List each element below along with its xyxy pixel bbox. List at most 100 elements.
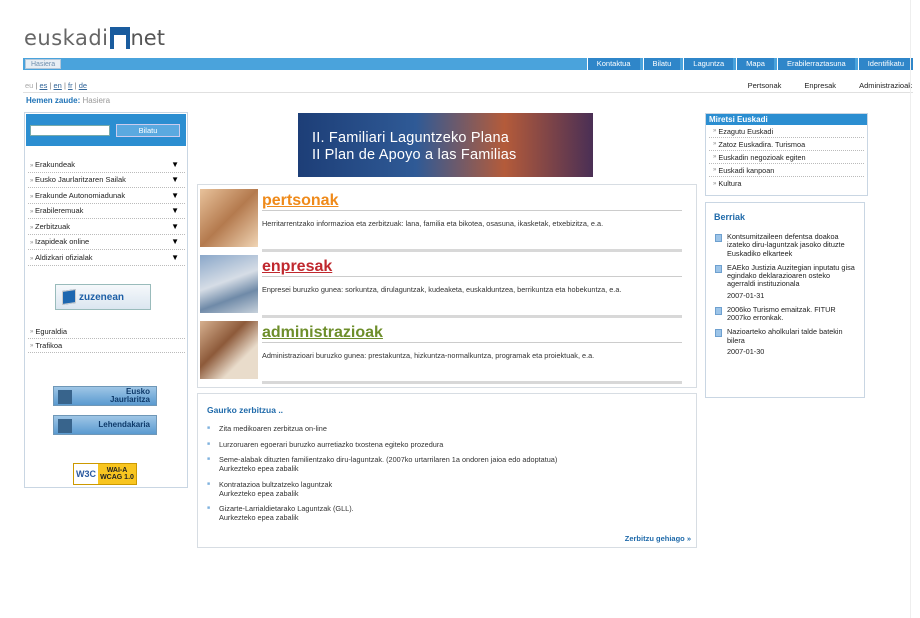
section-administrazioak: administrazioak Administrazioari buruzko…	[200, 319, 686, 384]
left-menu-label: Erakundeak	[30, 160, 75, 169]
menu-search[interactable]: Bilatu	[642, 58, 681, 70]
audience-links: Pertsonak Enpresak Administrazioak	[748, 81, 912, 90]
enpresak-description: Enpresei buruzko gunea: sorkuntza, dirul…	[262, 285, 622, 294]
miretsi-item[interactable]: Kultura	[709, 177, 864, 190]
service-title: Gizarte-Larrialdietarako Laguntzak (GLL)…	[219, 504, 354, 513]
service-title: Zita medikoaren zerbitzua on-line	[219, 424, 327, 433]
left-menu-item[interactable]: Erakundeak ▼	[28, 157, 185, 173]
home-tab[interactable]: Hasiera	[25, 59, 62, 69]
miretsi-heading: Miretsi Euskadi	[706, 114, 867, 125]
left-menu-item[interactable]: Aldizkari ofizialak ▼	[28, 250, 185, 266]
service-item[interactable]: Lurzoruaren egoerari buruzko aurretiazko…	[207, 440, 687, 449]
enpresak-title[interactable]: enpresak	[262, 257, 682, 277]
document-icon	[715, 306, 722, 315]
audience-enpresak[interactable]: Enpresak	[804, 81, 836, 90]
left-menu: Erakundeak ▼ Eusko Jaurlaritzaren Sailak ▼…	[28, 157, 185, 266]
miretsi-item[interactable]: Ezagutu Euskadi	[709, 125, 864, 138]
lehendakaria-button[interactable]: Lehendakaria	[53, 415, 157, 435]
section-enpresak: enpresak Enpresei buruzko gunea: sorkunt…	[200, 253, 686, 318]
pertsonak-title[interactable]: pertsonak	[262, 191, 682, 211]
administrazioak-description: Administrazioari buruzko gunea: prestaku…	[262, 351, 595, 360]
audience-sections: pertsonak Herritarrentzako informazioa e…	[197, 184, 697, 388]
service-item[interactable]: Gizarte-Larrialdietarako Laguntzak (GLL)…	[207, 504, 687, 522]
lang-fr[interactable]: fr	[68, 81, 73, 90]
left-menu-item[interactable]: Zerbitzuak ▼	[28, 219, 185, 235]
news-item[interactable]: Kontsumitzaileen defentsa doakoa izateko…	[715, 232, 860, 258]
menu-map[interactable]: Mapa	[736, 58, 774, 70]
service-status: Aurkezteko epea zabalik	[219, 464, 299, 473]
service-status: Aurkezteko epea zabalik	[219, 513, 299, 522]
logo-text-euskadi: euskadi	[24, 26, 109, 50]
audience-pertsonak[interactable]: Pertsonak	[748, 81, 782, 90]
menu-accessibility[interactable]: Erabilerraztasuna	[776, 58, 855, 70]
service-title: Seme-alabak dituzten familientzako diru-…	[219, 455, 558, 464]
news-item[interactable]: 2006ko Turismo emaitzak. FITUR 2007ko er…	[715, 304, 860, 323]
more-services-link[interactable]: Zerbitzu gehiago »	[625, 534, 691, 543]
arrow-down-icon: ▼	[171, 206, 179, 216]
miretsi-item[interactable]: Euskadi kanpoan	[709, 164, 864, 177]
lang-en[interactable]: en	[54, 81, 62, 90]
news-item[interactable]: EAEko Justizia Auzitegian inputatu gisa …	[715, 263, 860, 300]
lang-es[interactable]: es	[39, 81, 47, 90]
lehendakaria-label: Lehendakaria	[98, 420, 150, 429]
menu-help[interactable]: Laguntza	[683, 58, 734, 70]
miretsi-euskadi-box: Miretsi Euskadi Ezagutu Euskadi Zatoz Eu…	[705, 113, 868, 196]
page-edge	[910, 0, 911, 618]
search-button[interactable]: Bilatu	[116, 124, 180, 137]
w3c-logo: W3C	[74, 464, 98, 484]
pertsonak-description: Herritarrentzako informazioa eta zerbitz…	[262, 219, 604, 228]
zuzenean-title: zuzenean	[79, 291, 125, 303]
administrazioak-title[interactable]: administrazioak	[262, 323, 682, 343]
miretsi-item[interactable]: Euskadin negozioak egiten	[709, 151, 864, 164]
zuzenean-button[interactable]: zuzenean	[55, 284, 151, 310]
service-status: Aurkezteko epea zabalik	[219, 488, 299, 498]
top-navigation-bar: Hasiera Kontaktua Bilatu Laguntza Mapa E…	[23, 58, 913, 70]
service-item[interactable]: Zita medikoaren zerbitzua on-line	[207, 424, 687, 433]
top-menu: Kontaktua Bilatu Laguntza Mapa Erabilerr…	[586, 58, 913, 70]
lang-de[interactable]: de	[79, 81, 87, 90]
menu-contact[interactable]: Kontaktua	[586, 58, 640, 70]
eusko-jaurlaritza-button[interactable]: Eusko Jaurlaritza	[53, 386, 157, 406]
w3c-wai-badge[interactable]: W3C WAI-A WCAG 1.0	[73, 463, 137, 485]
news-title: 2006ko Turismo emaitzak. FITUR 2007ko er…	[727, 304, 836, 323]
left-menu-item[interactable]: Erakunde Autonomiadunak ▼	[28, 188, 185, 204]
left-links: Eguraldia Trafikoa	[28, 325, 185, 353]
menu-login[interactable]: Identifikatu	[857, 58, 913, 70]
left-menu-label: Eusko Jaurlaritzaren Sailak	[30, 175, 126, 184]
left-menu-item[interactable]: Eusko Jaurlaritzaren Sailak ▼	[28, 173, 185, 188]
left-sidebar: Bilatu Erakundeak ▼ Eusko Jaurlaritzaren …	[24, 112, 188, 488]
miretsi-item[interactable]: Zatoz Euskadira. Turismoa	[709, 138, 864, 151]
link-traffic[interactable]: Trafikoa	[28, 339, 185, 353]
enpresak-photo[interactable]	[200, 255, 258, 313]
left-menu-label: Izapideak online	[30, 237, 89, 246]
section-divider	[262, 315, 682, 318]
banner-line-1: II. Familiari Laguntzeko Plana	[312, 130, 510, 146]
left-menu-item[interactable]: Erabileremuak ▼	[28, 204, 185, 219]
lang-eu: eu	[25, 81, 34, 90]
left-menu-item[interactable]: Izapideak online ▼	[28, 235, 185, 250]
search-input[interactable]	[30, 125, 110, 136]
left-menu-label: Zerbitzuak	[30, 222, 70, 231]
zuzenean-text: zuzenean	[79, 291, 125, 303]
section-divider	[262, 381, 682, 384]
arrow-down-icon: ▼	[171, 221, 179, 231]
arrow-down-icon: ▼	[171, 159, 179, 169]
wcag-label: WCAG 1.0	[100, 474, 134, 481]
banner-text: II. Familiari Laguntzeko Plana II Plan d…	[312, 130, 516, 164]
section-pertsonak: pertsonak Herritarrentzako informazioa e…	[200, 187, 686, 252]
service-item[interactable]: Seme-alabak dituzten familientzako diru-…	[207, 455, 687, 473]
administrazioak-photo[interactable]	[200, 321, 258, 379]
cube-icon	[62, 289, 76, 305]
link-weather[interactable]: Eguraldia	[28, 325, 185, 339]
audience-administrazioak[interactable]: Administrazioak	[859, 81, 912, 90]
site-logo[interactable]: euskadi net	[24, 26, 165, 50]
service-item[interactable]: Kontratazioa bultzatzeko laguntzakAurkez…	[207, 480, 687, 498]
news-item[interactable]: Nazioarteko aholkulari talde batekin bil…	[715, 328, 860, 356]
news-date: 2007-01-30	[727, 346, 765, 356]
portrait-icon	[58, 419, 72, 433]
news-heading: Berriak	[714, 212, 746, 222]
pertsonak-photo[interactable]	[200, 189, 258, 247]
family-plan-banner[interactable]: II. Familiari Laguntzeko Plana II Plan d…	[298, 113, 593, 177]
services-heading: Gaurko zerbitzua ..	[207, 405, 284, 415]
breadcrumb-current[interactable]: Hasiera	[82, 96, 110, 105]
